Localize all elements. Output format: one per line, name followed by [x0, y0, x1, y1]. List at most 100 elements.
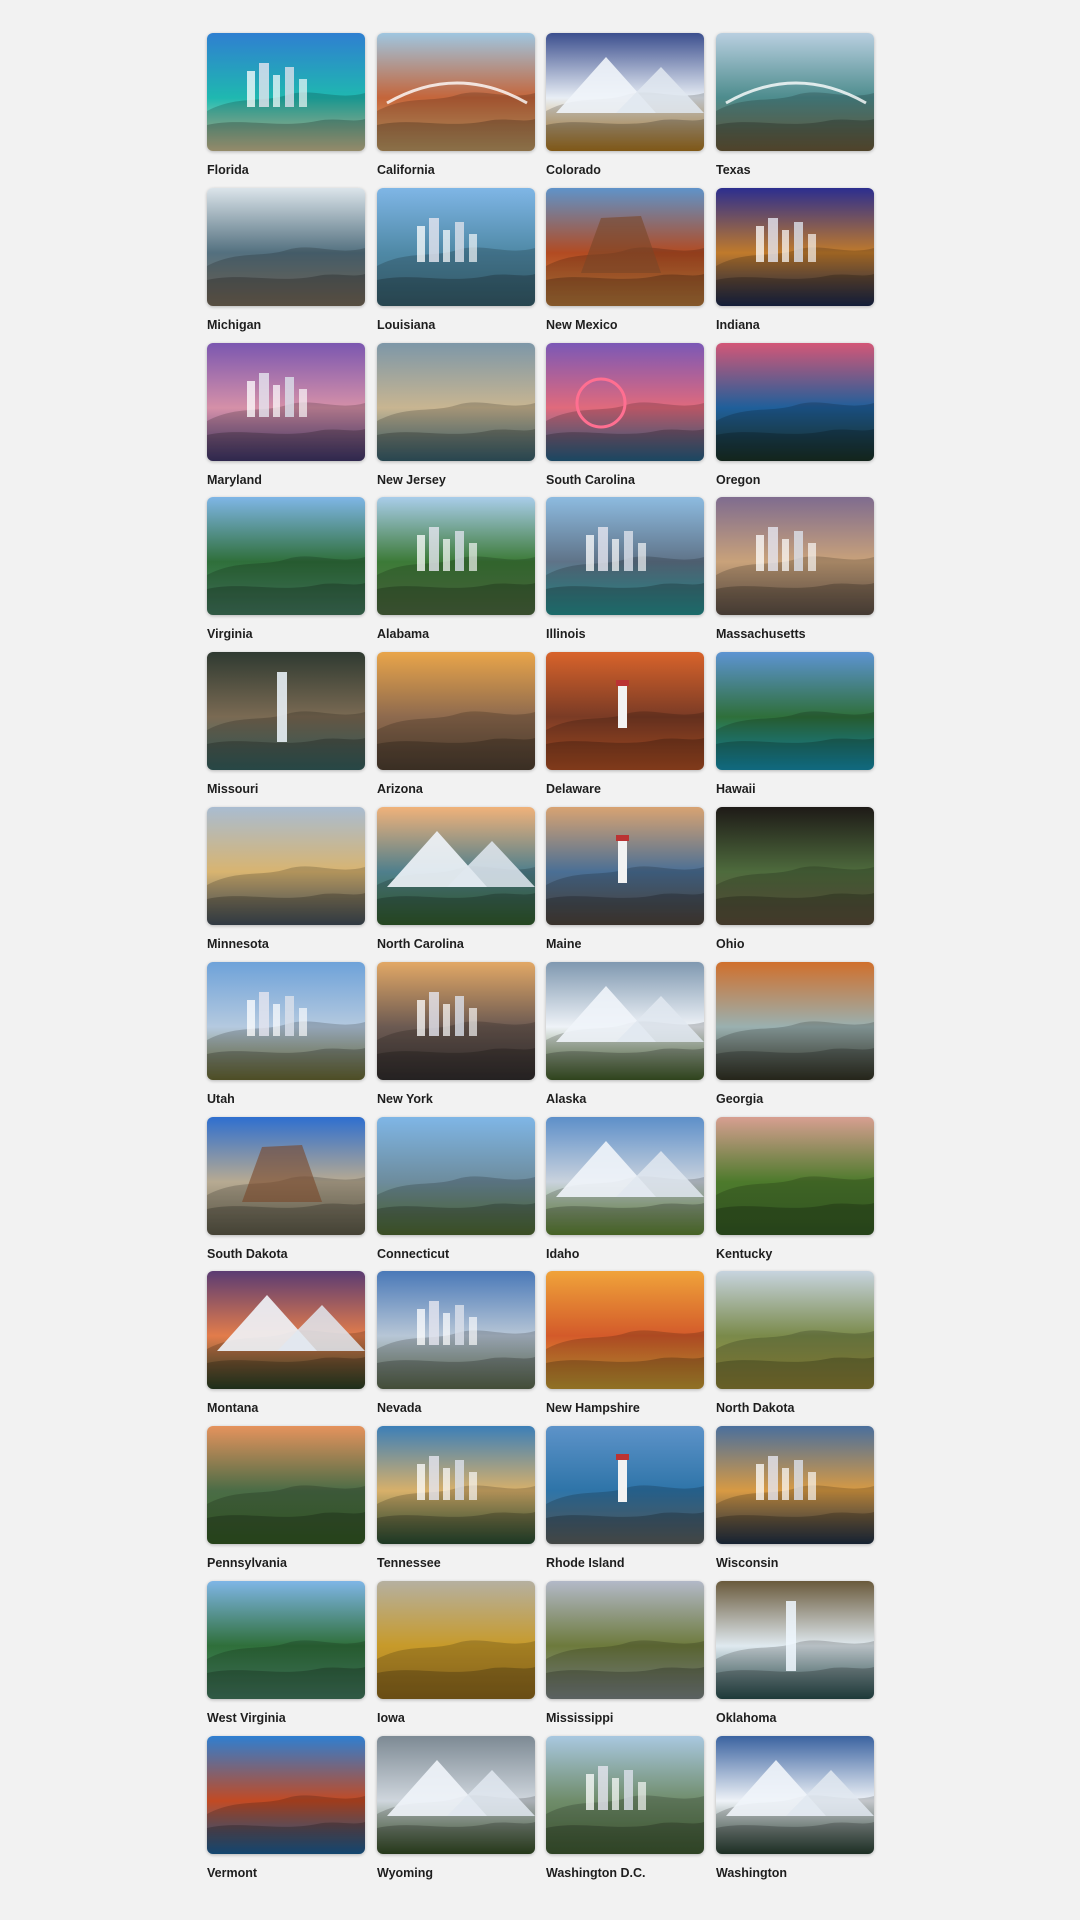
state-card[interactable]: West Virginia [207, 1581, 365, 1726]
state-card[interactable]: California [377, 33, 535, 178]
state-card[interactable]: Arizona [377, 652, 535, 797]
state-card[interactable]: South Carolina [546, 343, 704, 488]
state-photo[interactable] [377, 343, 535, 461]
state-name-label: West Virginia [207, 1711, 286, 1725]
state-photo[interactable] [546, 652, 704, 770]
state-photo[interactable] [716, 652, 874, 770]
state-card[interactable]: South Dakota [207, 1117, 365, 1262]
state-card[interactable]: Louisiana [377, 188, 535, 333]
state-photo[interactable] [546, 1426, 704, 1544]
state-card[interactable]: North Carolina [377, 807, 535, 952]
state-card[interactable]: Washington D.C. [546, 1736, 704, 1881]
state-card[interactable]: Vermont [207, 1736, 365, 1881]
state-photo[interactable] [716, 962, 874, 1080]
state-card[interactable]: Wisconsin [716, 1426, 874, 1571]
state-card[interactable]: Missouri [207, 652, 365, 797]
state-card[interactable]: Michigan [207, 188, 365, 333]
state-photo[interactable] [377, 1581, 535, 1699]
state-photo[interactable] [546, 807, 704, 925]
state-card[interactable]: Colorado [546, 33, 704, 178]
state-photo[interactable] [207, 962, 365, 1080]
state-photo[interactable] [207, 343, 365, 461]
state-card[interactable]: North Dakota [716, 1271, 874, 1416]
state-card[interactable]: Utah [207, 962, 365, 1107]
state-photo[interactable] [377, 1736, 535, 1854]
state-photo[interactable] [207, 1581, 365, 1699]
state-photo[interactable] [716, 1271, 874, 1389]
state-card[interactable]: Hawaii [716, 652, 874, 797]
state-card[interactable]: Idaho [546, 1117, 704, 1262]
state-photo[interactable] [716, 1736, 874, 1854]
state-card[interactable]: Massachusetts [716, 497, 874, 642]
state-photo[interactable] [716, 1581, 874, 1699]
state-card[interactable]: Kentucky [716, 1117, 874, 1262]
state-photo[interactable] [377, 1271, 535, 1389]
state-card[interactable]: Ohio [716, 807, 874, 952]
state-photo[interactable] [377, 652, 535, 770]
state-photo[interactable] [716, 497, 874, 615]
state-card[interactable]: Maryland [207, 343, 365, 488]
state-photo[interactable] [716, 33, 874, 151]
state-name-label: Wyoming [377, 1866, 434, 1880]
state-photo[interactable] [546, 33, 704, 151]
state-photo[interactable] [546, 1736, 704, 1854]
state-photo[interactable] [377, 33, 535, 151]
state-card[interactable]: Montana [207, 1271, 365, 1416]
state-photo[interactable] [207, 652, 365, 770]
state-card[interactable]: Iowa [377, 1581, 535, 1726]
state-card[interactable]: New Jersey [377, 343, 535, 488]
state-photo[interactable] [546, 497, 704, 615]
state-photo[interactable] [207, 1117, 365, 1235]
state-photo[interactable] [207, 1736, 365, 1854]
state-photo[interactable] [546, 962, 704, 1080]
state-card[interactable]: Virginia [207, 497, 365, 642]
state-photo[interactable] [546, 188, 704, 306]
state-name-label: Ohio [716, 937, 745, 951]
state-card[interactable]: New Mexico [546, 188, 704, 333]
state-photo[interactable] [377, 1426, 535, 1544]
state-card[interactable]: Delaware [546, 652, 704, 797]
state-card[interactable]: Wyoming [377, 1736, 535, 1881]
state-photo[interactable] [207, 1271, 365, 1389]
state-card[interactable]: Tennessee [377, 1426, 535, 1571]
state-photo[interactable] [716, 1117, 874, 1235]
state-photo[interactable] [716, 807, 874, 925]
state-card[interactable]: Rhode Island [546, 1426, 704, 1571]
state-photo[interactable] [207, 1426, 365, 1544]
state-photo[interactable] [377, 497, 535, 615]
state-card[interactable]: Illinois [546, 497, 704, 642]
state-card[interactable]: Nevada [377, 1271, 535, 1416]
state-card[interactable]: Pennsylvania [207, 1426, 365, 1571]
state-card[interactable]: Minnesota [207, 807, 365, 952]
state-photo[interactable] [207, 807, 365, 925]
state-card[interactable]: Alabama [377, 497, 535, 642]
state-card[interactable]: Oklahoma [716, 1581, 874, 1726]
state-card[interactable]: Mississippi [546, 1581, 704, 1726]
state-name-label: Indiana [716, 318, 760, 332]
state-card[interactable]: Connecticut [377, 1117, 535, 1262]
state-photo[interactable] [207, 33, 365, 151]
state-photo[interactable] [377, 962, 535, 1080]
state-photo[interactable] [716, 1426, 874, 1544]
state-photo[interactable] [716, 343, 874, 461]
state-photo[interactable] [207, 497, 365, 615]
state-card[interactable]: Maine [546, 807, 704, 952]
state-card[interactable]: Texas [716, 33, 874, 178]
state-card[interactable]: Oregon [716, 343, 874, 488]
state-photo[interactable] [377, 807, 535, 925]
state-photo[interactable] [546, 343, 704, 461]
state-photo[interactable] [546, 1581, 704, 1699]
state-card[interactable]: New York [377, 962, 535, 1107]
state-card[interactable]: Alaska [546, 962, 704, 1107]
state-photo[interactable] [207, 188, 365, 306]
state-card[interactable]: Indiana [716, 188, 874, 333]
state-photo[interactable] [546, 1117, 704, 1235]
state-card[interactable]: New Hampshire [546, 1271, 704, 1416]
state-photo[interactable] [377, 188, 535, 306]
state-photo[interactable] [716, 188, 874, 306]
state-card[interactable]: Florida [207, 33, 365, 178]
state-card[interactable]: Washington [716, 1736, 874, 1881]
state-card[interactable]: Georgia [716, 962, 874, 1107]
state-photo[interactable] [546, 1271, 704, 1389]
state-photo[interactable] [377, 1117, 535, 1235]
